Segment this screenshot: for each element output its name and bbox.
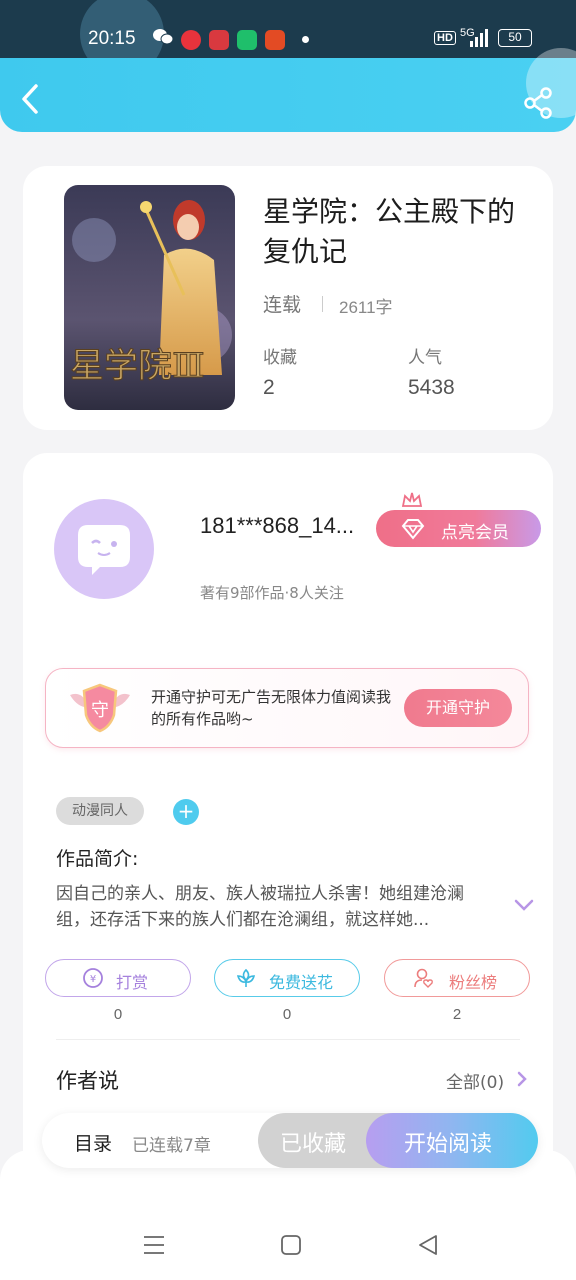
send-flower-label: 免费送花	[269, 973, 334, 992]
status-bar: 20:15 HD 5G 50	[0, 0, 576, 76]
bottom-area	[0, 1150, 576, 1280]
orange-app-icon	[265, 30, 285, 50]
book-info-card: 星学院Ⅲ 星学院：公主殿下的复仇记 连载 2611字 收藏 2 人气 5438	[23, 166, 553, 430]
author-card: 181***868_14... 点亮会员 著有9部作品·8人关注 守 开通守护可…	[23, 453, 553, 1213]
tip-label: 打赏	[116, 973, 149, 992]
hd-icon: HD	[434, 31, 456, 45]
status-divider	[322, 296, 323, 312]
battery-icon: 50	[498, 29, 532, 47]
section-divider	[56, 1039, 520, 1040]
book-cover[interactable]: 星学院Ⅲ	[64, 185, 235, 410]
chevron-left-icon[interactable]	[16, 82, 46, 116]
signal-icon	[470, 29, 492, 47]
cover-title: 星学院Ⅲ	[70, 346, 205, 386]
chevron-right-icon[interactable]	[516, 1070, 528, 1088]
shield-text: 守	[91, 700, 109, 721]
toc-chapter-count: 已连载7章	[132, 1136, 211, 1156]
notification-dot	[302, 36, 309, 43]
status-time: 20:15	[88, 28, 136, 49]
red-app-icon	[181, 30, 201, 50]
popularity-label: 人气	[408, 348, 442, 368]
flower-icon	[235, 967, 257, 989]
avatar[interactable]	[54, 499, 154, 599]
collected-label: 已收藏	[280, 1132, 347, 1157]
vip-button-label: 点亮会员	[441, 523, 509, 543]
menu-icon[interactable]	[142, 1233, 166, 1257]
shield-icon: 守	[68, 681, 132, 735]
tip-button[interactable]: ¥ 打赏	[45, 959, 191, 997]
tag-chip[interactable]: 动漫同人	[56, 797, 144, 825]
start-reading-label: 开始阅读	[404, 1132, 493, 1157]
toc-button[interactable]: 目录	[74, 1129, 112, 1156]
author-meta: 著有9部作品·8人关注	[200, 584, 344, 602]
book-status: 连载	[263, 294, 302, 316]
vip-button[interactable]: 点亮会员	[376, 510, 541, 547]
intro-label: 作品简介:	[56, 848, 139, 870]
svg-text:¥: ¥	[90, 974, 96, 985]
diamond-icon	[400, 518, 426, 540]
bottom-action-bar: 目录 已连载7章 已收藏 开始阅读	[42, 1113, 538, 1168]
author-name[interactable]: 181***868_14...	[200, 513, 354, 539]
favorites-label: 收藏	[263, 348, 297, 368]
fan-heart-icon	[413, 967, 435, 989]
flower-count: 0	[282, 1006, 292, 1023]
start-reading-button[interactable]: 开始阅读	[366, 1113, 538, 1168]
guard-text: 开通守护可无广告无限体力值阅读我的所有作品哟~	[151, 688, 392, 728]
back-icon[interactable]	[416, 1233, 440, 1257]
add-tag-button[interactable]: +	[173, 799, 199, 825]
crown-icon	[401, 491, 423, 509]
tip-count: 0	[113, 1006, 123, 1023]
send-flower-button[interactable]: 免费送花	[214, 959, 360, 997]
fan-ranking-button[interactable]: 粉丝榜	[384, 959, 530, 997]
news-app-icon	[209, 30, 229, 50]
coin-icon: ¥	[82, 967, 104, 989]
app-header	[0, 48, 576, 132]
fans-count: 2	[452, 1006, 462, 1023]
popularity-value: 5438	[408, 376, 455, 399]
author-says-title: 作者说	[56, 1069, 119, 1093]
book-word-count: 2611字	[339, 298, 393, 317]
author-says-all-link[interactable]: 全部(0)	[446, 1068, 504, 1093]
open-guard-button[interactable]: 开通守护	[404, 689, 512, 727]
green-app-icon	[237, 30, 257, 50]
book-title: 星学院：公主殿下的复仇记	[263, 195, 516, 268]
wechat-icon	[152, 27, 174, 47]
share-icon[interactable]	[522, 86, 556, 120]
fan-ranking-label: 粉丝榜	[449, 973, 498, 992]
favorites-value: 2	[263, 376, 275, 399]
home-icon[interactable]	[279, 1233, 303, 1257]
guard-banner: 守 开通守护可无广告无限体力值阅读我的所有作品哟~ 开通守护	[45, 668, 529, 748]
intro-text[interactable]: 因自己的亲人、朋友、族人被瑞拉人杀害！她组建沧澜组，还存活下来的族人们都在沧澜组…	[56, 881, 496, 933]
chevron-down-icon[interactable]	[513, 897, 535, 913]
